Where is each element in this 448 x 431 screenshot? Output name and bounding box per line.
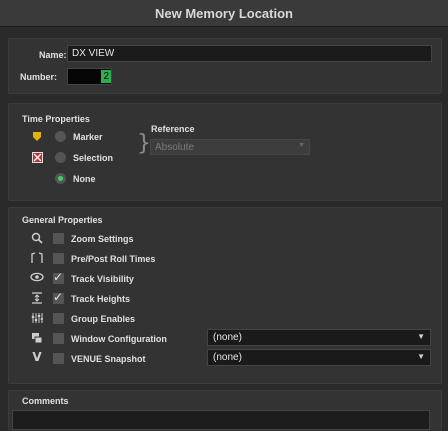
chevron-down-icon: ▼ xyxy=(417,352,425,361)
marker-label: Marker xyxy=(73,132,103,142)
selection-label: Selection xyxy=(73,153,114,163)
chevron-down-icon: ▼ xyxy=(298,142,305,149)
pre-post-roll-checkbox[interactable] xyxy=(53,253,64,264)
number-value: 2 xyxy=(101,70,111,83)
name-value: DX VIEW xyxy=(72,48,115,59)
number-label: Number: xyxy=(20,72,58,82)
window-config-select[interactable]: (none) ▼ xyxy=(207,329,431,346)
selection-icon xyxy=(30,152,44,164)
pre-post-roll-label: Pre/Post Roll Times xyxy=(71,254,156,264)
none-radio[interactable] xyxy=(55,173,66,184)
window-config-checkbox[interactable] xyxy=(53,333,64,344)
venue-snapshot-label: VENUE Snapshot xyxy=(71,354,146,364)
group-enables-checkbox[interactable] xyxy=(53,313,64,324)
eye-icon xyxy=(30,272,44,284)
zoom-settings-label: Zoom Settings xyxy=(71,234,134,244)
window-config-label: Window Configuration xyxy=(71,334,167,344)
zoom-settings-checkbox[interactable] xyxy=(53,233,64,244)
track-visibility-label: Track Visibility xyxy=(71,274,134,284)
pre-post-roll-icon xyxy=(30,252,44,264)
general-properties-heading: General Properties xyxy=(22,215,103,225)
time-properties-panel: Time Properties Marker Selection None } … xyxy=(8,103,442,201)
group-enables-icon xyxy=(30,312,44,324)
track-heights-label: Track Heights xyxy=(71,294,131,304)
venue-snapshot-select[interactable]: (none) ▼ xyxy=(207,349,431,366)
window-title: New Memory Location xyxy=(155,5,293,21)
marker-icon xyxy=(30,131,44,143)
group-enables-label: Group Enables xyxy=(71,314,136,324)
magnifier-icon xyxy=(30,232,44,244)
time-properties-heading: Time Properties xyxy=(22,114,90,124)
venue-icon: V xyxy=(32,350,42,364)
name-field[interactable]: DX VIEW xyxy=(67,45,432,62)
window-config-select-value: (none) xyxy=(213,332,242,343)
venue-snapshot-select-value: (none) xyxy=(213,352,242,363)
comments-heading: Comments xyxy=(22,396,69,406)
number-field[interactable]: 2 xyxy=(67,68,112,85)
reference-brace: } xyxy=(137,131,151,156)
selection-radio[interactable] xyxy=(55,152,66,163)
name-number-panel: Name: DX VIEW Number: 2 xyxy=(8,38,442,94)
track-heights-icon xyxy=(30,292,44,304)
reference-value: Absolute xyxy=(155,142,194,153)
window-config-icon xyxy=(30,332,44,344)
window-title-bar: New Memory Location xyxy=(0,0,448,27)
general-properties-panel: General Properties Zoom Settings Pre/Pos… xyxy=(8,207,442,384)
track-heights-checkbox[interactable] xyxy=(53,290,64,304)
marker-radio[interactable] xyxy=(55,131,66,142)
chevron-down-icon: ▼ xyxy=(417,332,425,341)
track-visibility-checkbox[interactable] xyxy=(53,270,64,284)
name-label: Name: xyxy=(39,50,67,60)
venue-snapshot-checkbox[interactable] xyxy=(53,353,64,364)
reference-select[interactable]: Absolute ▼ xyxy=(150,139,310,155)
reference-label: Reference xyxy=(151,124,195,134)
none-label: None xyxy=(73,174,96,184)
comments-field[interactable] xyxy=(12,410,430,430)
